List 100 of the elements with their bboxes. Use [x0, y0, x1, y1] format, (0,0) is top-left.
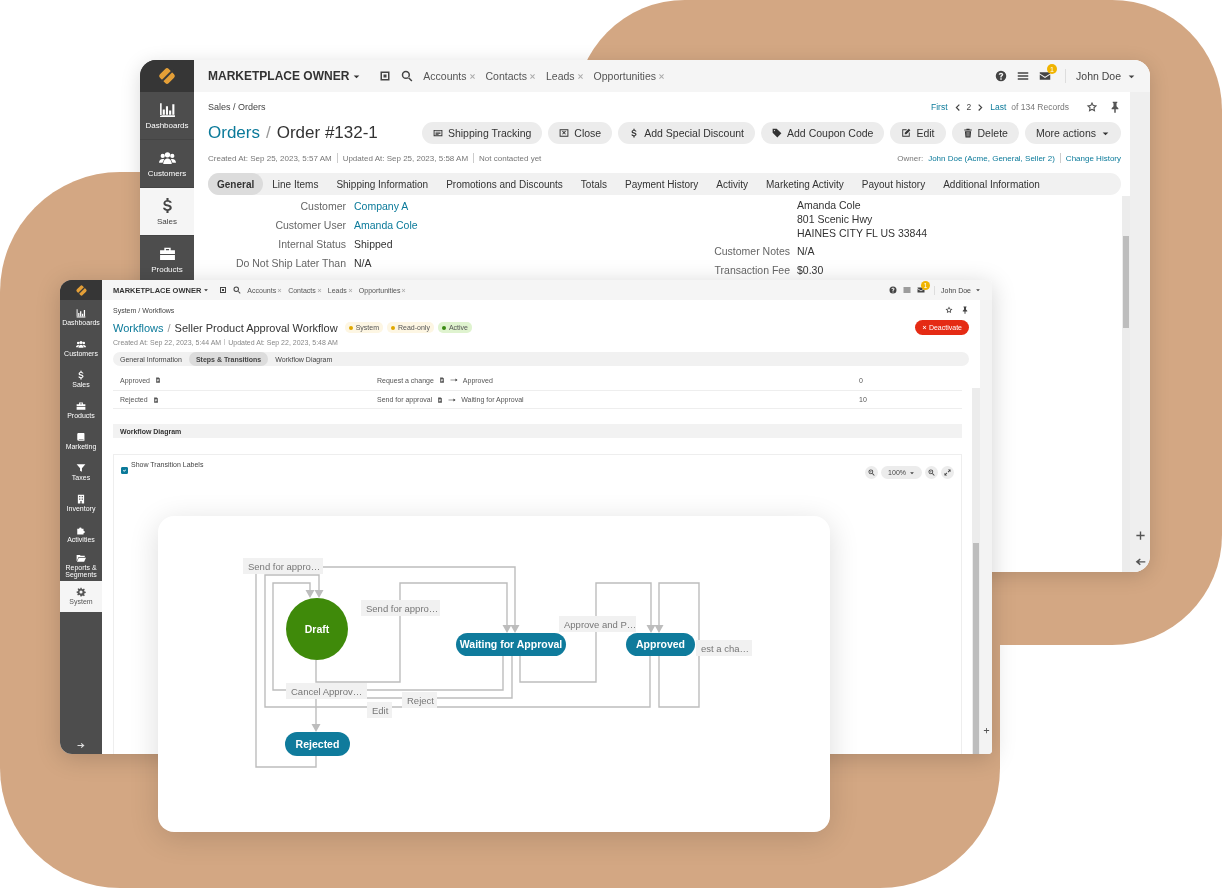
field-value: $0.30 — [797, 263, 824, 276]
shortcut-link[interactable]: Contacts — [485, 70, 527, 82]
orders-link[interactable]: Orders — [208, 123, 260, 143]
tab[interactable]: Totals — [571, 173, 616, 195]
star-icon[interactable] — [945, 306, 953, 314]
page-title: Order #132-1 — [276, 123, 378, 143]
fullscreen-button[interactable] — [941, 466, 954, 479]
tab[interactable]: Promotions and Discounts — [437, 173, 572, 195]
sidebar-item[interactable]: Sales — [140, 188, 194, 236]
title-separator: / — [167, 321, 171, 334]
field-value: Shipped — [354, 237, 393, 250]
scrollbar[interactable] — [1122, 196, 1130, 572]
star-icon[interactable] — [1086, 101, 1098, 113]
state-node[interactable]: Draft — [286, 598, 348, 660]
record-count: of 134 Records — [1011, 102, 1069, 112]
transition-label[interactable]: Approve and P… — [559, 616, 637, 632]
folder-icon — [76, 552, 86, 563]
workflows-link[interactable]: Workflows — [113, 321, 164, 334]
caret-icon — [203, 287, 210, 293]
address-line: 801 Scenic Hwy — [797, 212, 874, 226]
shortcut-link[interactable]: Opportunities — [593, 70, 657, 82]
field-link[interactable]: Amanda Cole — [354, 218, 418, 231]
field-label: Transaction Fee — [713, 263, 790, 276]
user-menu[interactable]: John Doe — [1076, 70, 1136, 82]
plus-icon[interactable] — [982, 727, 990, 734]
state-node[interactable]: Rejected — [285, 732, 350, 756]
sidebar-item[interactable]: Dashboards — [140, 92, 194, 140]
first-page-link[interactable]: First — [931, 102, 948, 112]
pin-icon[interactable] — [961, 306, 969, 314]
pin-icon[interactable] — [1109, 101, 1121, 113]
more-actions-button[interactable]: More actions — [1024, 122, 1121, 144]
last-page-link[interactable]: Last — [990, 102, 1007, 112]
field-label: Customer Notes — [713, 244, 790, 257]
action-button[interactable]: Add Special Discount — [618, 122, 756, 144]
transition-label[interactable]: Send for appro… — [361, 600, 440, 616]
tab[interactable]: Line Items — [263, 173, 328, 195]
meta-text: Not contacted yet — [479, 153, 542, 163]
action-button[interactable]: Delete — [951, 122, 1019, 144]
document-icon — [154, 377, 161, 383]
puzzle-icon — [76, 525, 86, 536]
transition-label[interactable]: Edit — [367, 702, 392, 718]
owner-link[interactable]: John Doe (Acme, General, Seller 2) — [928, 153, 1055, 163]
tab[interactable]: Marketing Activity — [757, 173, 853, 195]
zoom-out-button[interactable] — [865, 466, 879, 479]
change-history-link[interactable]: Change History — [1065, 153, 1121, 163]
page-number: 2 — [966, 102, 972, 112]
scrollbar[interactable] — [972, 388, 980, 754]
checkbox[interactable] — [121, 466, 128, 474]
field-label: Customer User — [274, 218, 346, 231]
briefcase-icon — [76, 401, 86, 412]
arrow-left-icon[interactable] — [1134, 557, 1146, 568]
transition-label[interactable]: Reject — [402, 692, 437, 708]
action-button[interactable]: Close — [548, 122, 613, 144]
document-icon — [437, 396, 444, 403]
organization-menu[interactable]: MARKETPLACE OWNER — [208, 69, 362, 83]
dollar-icon — [76, 370, 86, 381]
plus-icon[interactable] — [1134, 530, 1146, 541]
state-node[interactable]: Approved — [626, 633, 695, 656]
document-icon — [152, 396, 159, 403]
search-icon[interactable] — [233, 286, 242, 294]
tab[interactable]: Shipping Information — [327, 173, 438, 195]
document-icon — [438, 377, 445, 383]
shortcut-link[interactable]: Accounts — [423, 70, 467, 82]
tab[interactable]: Payment History — [616, 173, 708, 195]
gear-icon — [76, 587, 86, 598]
launcher-icon[interactable] — [219, 286, 228, 294]
magnifier-icon — [868, 469, 876, 476]
action-button[interactable]: Add Coupon Code — [761, 122, 885, 144]
launcher-icon[interactable] — [379, 70, 392, 82]
search-icon[interactable] — [401, 70, 414, 82]
caret-icon — [909, 469, 915, 476]
address-line: Amanda Cole — [797, 198, 862, 212]
field-label: Internal Status — [277, 237, 346, 250]
mail-icon[interactable] — [1039, 70, 1052, 82]
tab[interactable]: Additional Information — [934, 173, 1049, 195]
bar-chart-icon — [158, 101, 176, 118]
arrow-right-icon[interactable] — [77, 742, 85, 750]
action-button[interactable]: Edit — [890, 122, 946, 144]
briefcase-icon — [158, 245, 176, 262]
edit-icon — [901, 128, 912, 138]
help-icon[interactable] — [995, 70, 1008, 82]
shortcut-link[interactable]: Leads — [545, 70, 575, 82]
tab[interactable]: Activity — [707, 173, 757, 195]
list-card-icon — [432, 128, 443, 138]
menu-icon[interactable] — [1017, 70, 1030, 82]
close-box-icon — [559, 128, 570, 138]
transition-label[interactable]: est a cha… — [696, 640, 752, 656]
field-link[interactable]: Company A — [354, 199, 409, 212]
page-title: Seller Product Approval Workflow — [174, 321, 338, 334]
transition-label[interactable]: Send for appro… — [243, 558, 323, 574]
funnel-icon — [76, 463, 86, 474]
zoom-in-button[interactable] — [925, 466, 938, 479]
action-button[interactable]: Shipping Tracking — [421, 122, 543, 144]
tab[interactable]: Payout history — [852, 173, 935, 195]
help-icon[interactable] — [889, 286, 898, 294]
transition-label[interactable]: Cancel Approv… — [286, 683, 367, 699]
state-node[interactable]: Waiting for Approval — [456, 633, 566, 656]
tab[interactable]: General — [208, 173, 264, 195]
trash-icon — [962, 128, 973, 138]
meta-text: Created At: Sep 25, 2023, 5:57 AM — [208, 153, 332, 163]
